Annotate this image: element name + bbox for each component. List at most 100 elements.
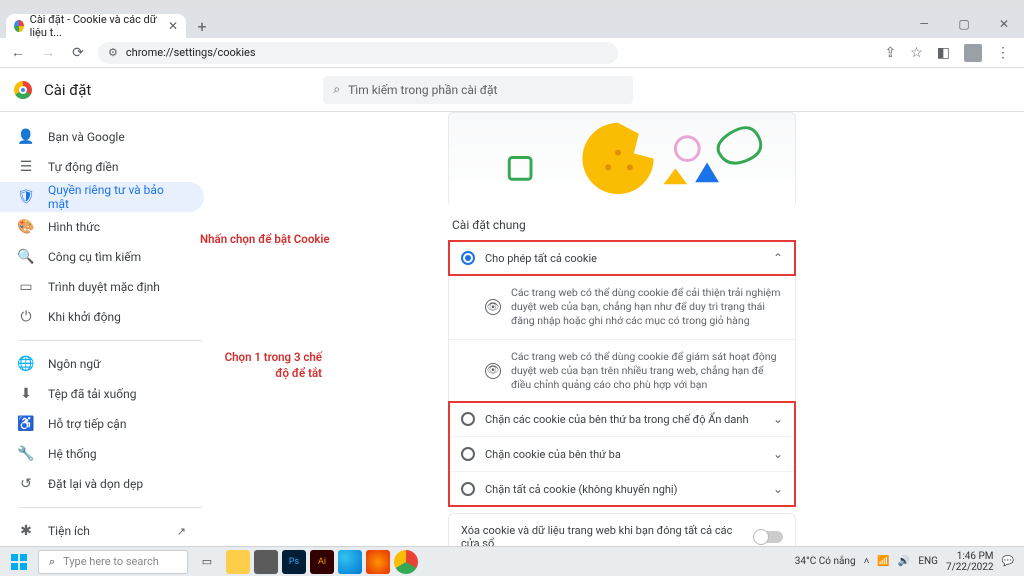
- settings-main: Cài đặt chung Cho phép tất cả cookie ⌃ 👁…: [220, 112, 1024, 546]
- back-button[interactable]: ←: [8, 43, 28, 63]
- extensions-icon[interactable]: ◧: [937, 45, 950, 61]
- ime-icon[interactable]: ENG: [918, 556, 938, 567]
- tab-title: Cài đặt - Cookie và các dữ liệu t...: [30, 13, 160, 39]
- close-window-button[interactable]: ✕: [984, 10, 1024, 38]
- app-generic[interactable]: [254, 550, 278, 574]
- browser-tab[interactable]: Cài đặt - Cookie và các dữ liệu t... ✕: [6, 14, 186, 38]
- sidebar-item-extensions[interactable]: ✱ Tiện ích ↗: [0, 516, 204, 546]
- reset-icon: ↺: [18, 476, 34, 492]
- sidebar-item-startup[interactable]: ⏻Khi khởi động: [0, 302, 204, 332]
- section-title-general: Cài đặt chung: [452, 218, 796, 232]
- volume-icon[interactable]: 🔊: [898, 556, 910, 567]
- radio-icon: [461, 447, 475, 461]
- row-label: Xóa cookie và dữ liệu trang web khi bạn …: [461, 524, 745, 546]
- radio-selected-icon: [461, 251, 475, 265]
- sidebar-label: Trình duyệt mặc định: [48, 280, 160, 294]
- url-text: chrome://settings/cookies: [126, 46, 256, 59]
- url-box[interactable]: ⚙ chrome://settings/cookies: [98, 42, 618, 64]
- option-desc-row: 👁 Các trang web có thể dùng cookie để cả…: [449, 275, 795, 339]
- app-edge[interactable]: [338, 550, 362, 574]
- sidebar-item-languages[interactable]: 🌐Ngôn ngữ: [0, 349, 204, 379]
- weather-widget[interactable]: 34°C Có nắng: [795, 556, 856, 567]
- search-icon: ⌕: [333, 82, 340, 97]
- app-photoshop[interactable]: Ps: [282, 550, 306, 574]
- chevron-down-icon: ⌄: [773, 482, 783, 496]
- os-titlebar: [0, 0, 1024, 10]
- sidebar-item-you-google[interactable]: 👤 Bạn và Google: [0, 122, 204, 152]
- start-button[interactable]: [4, 549, 34, 575]
- share-icon[interactable]: ⇪: [884, 45, 896, 61]
- shield-icon: 🛡: [18, 189, 34, 205]
- close-tab-icon[interactable]: ✕: [168, 19, 178, 33]
- site-info-icon[interactable]: ⚙: [108, 46, 118, 59]
- option-label: Cho phép tất cả cookie: [485, 252, 597, 265]
- cookie-options-card: Cho phép tất cả cookie ⌃ 👁 Các trang web…: [448, 240, 796, 507]
- chrome-logo-icon: [14, 81, 32, 99]
- radio-icon: [461, 412, 475, 426]
- windows-taskbar: ⌕ Type here to search ▭ Ps Ai 34°C Có nắ…: [0, 546, 1024, 576]
- row-clear-on-exit[interactable]: Xóa cookie và dữ liệu trang web khi bạn …: [449, 514, 795, 546]
- extension-icon: ✱: [18, 523, 34, 539]
- app-explorer[interactable]: [226, 550, 250, 574]
- search-icon: ⌕: [49, 555, 55, 569]
- clock-time[interactable]: 1:46 PM: [946, 551, 994, 562]
- new-tab-button[interactable]: +: [190, 14, 214, 38]
- toggle-off[interactable]: [755, 531, 783, 543]
- sidebar-label: Quyền riêng tư và bảo mật: [48, 183, 186, 211]
- tab-strip: Cài đặt - Cookie và các dữ liệu t... ✕ +…: [0, 10, 1024, 38]
- annotation-choose: Chọn 1 trong 3 chế độ để tắt: [222, 350, 322, 381]
- forward-button[interactable]: →: [38, 43, 58, 63]
- block-options-group: Chặn các cookie của bên thứ ba trong chế…: [449, 402, 795, 506]
- system-tray[interactable]: 34°C Có nắng ˄ 📶 🔊 ENG 1:46 PM 7/22/2022…: [795, 551, 1020, 573]
- search-placeholder: Tìm kiếm trong phần cài đặt: [348, 83, 497, 97]
- sidebar-item-search-engine[interactable]: 🔍Công cụ tìm kiếm: [0, 242, 204, 272]
- external-icon: ↗: [177, 525, 186, 538]
- option-desc: Các trang web có thể dùng cookie để giám…: [511, 350, 783, 393]
- person-icon: 👤: [18, 129, 34, 145]
- app-chrome[interactable]: [394, 550, 418, 574]
- reload-button[interactable]: ⟳: [68, 43, 88, 63]
- notifications-icon[interactable]: 💬: [1002, 556, 1014, 567]
- option-block-incognito[interactable]: Chặn các cookie của bên thứ ba trong chế…: [449, 402, 795, 436]
- download-icon: ⬇: [18, 386, 34, 402]
- menu-icon[interactable]: ⋮: [996, 45, 1010, 61]
- sidebar-item-reset[interactable]: ↺Đặt lại và dọn dẹp: [0, 469, 204, 499]
- sidebar-label: Khi khởi động: [48, 310, 121, 324]
- sidebar-item-default-browser[interactable]: ▭Trình duyệt mặc định: [0, 272, 204, 302]
- network-icon[interactable]: 📶: [877, 556, 889, 567]
- sidebar-item-accessibility[interactable]: ♿Hỗ trợ tiếp cận: [0, 409, 204, 439]
- annotation-enable: Nhấn chọn để bật Cookie: [200, 232, 330, 248]
- minimize-button[interactable]: —: [904, 10, 944, 38]
- sidebar-separator: [18, 507, 202, 508]
- task-view-button[interactable]: ▭: [192, 549, 222, 575]
- sidebar-item-system[interactable]: 🔧Hệ thống: [0, 439, 204, 469]
- option-label: Chặn cookie của bên thứ ba: [485, 448, 621, 461]
- option-block-all[interactable]: Chặn tất cả cookie (không khuyến nghị) ⌄: [449, 471, 795, 506]
- sidebar-label: Tiện ích: [48, 524, 90, 538]
- bookmark-icon[interactable]: ☆: [910, 45, 923, 61]
- settings-search[interactable]: ⌕ Tìm kiếm trong phần cài đặt: [323, 76, 633, 104]
- sidebar-label: Hệ thống: [48, 447, 97, 461]
- maximize-button[interactable]: ▢: [944, 10, 984, 38]
- clock-date[interactable]: 7/22/2022: [946, 562, 994, 573]
- address-bar: ← → ⟳ ⚙ chrome://settings/cookies ⇪ ☆ ◧ …: [0, 38, 1024, 68]
- cookie-extra-card: Xóa cookie và dữ liệu trang web khi bạn …: [448, 513, 796, 546]
- sidebar-label: Tệp đã tải xuống: [48, 387, 136, 401]
- settings-icon: [14, 20, 24, 32]
- chevron-down-icon: ⌄: [773, 412, 783, 426]
- app-firefox[interactable]: [366, 550, 390, 574]
- profile-avatar[interactable]: [964, 44, 982, 62]
- sidebar-item-autofill[interactable]: ☰Tự động điền: [0, 152, 204, 182]
- option-allow-all[interactable]: Cho phép tất cả cookie ⌃: [449, 241, 795, 275]
- sidebar-item-appearance[interactable]: 🎨Hình thức: [0, 212, 204, 242]
- option-desc-row: 👁 Các trang web có thể dùng cookie để gi…: [449, 339, 795, 403]
- tray-chevron-icon[interactable]: ˄: [864, 556, 870, 567]
- app-illustrator[interactable]: Ai: [310, 550, 334, 574]
- sidebar-item-privacy[interactable]: 🛡 Quyền riêng tư và bảo mật: [0, 182, 204, 212]
- sidebar-label: Hình thức: [48, 220, 100, 234]
- sidebar-label: Ngôn ngữ: [48, 357, 101, 371]
- option-block-third-party[interactable]: Chặn cookie của bên thứ ba ⌄: [449, 436, 795, 471]
- sidebar-label: Bạn và Google: [48, 130, 125, 144]
- sidebar-item-downloads[interactable]: ⬇ Tệp đã tải xuống: [0, 379, 204, 409]
- taskbar-search[interactable]: ⌕ Type here to search: [38, 550, 188, 574]
